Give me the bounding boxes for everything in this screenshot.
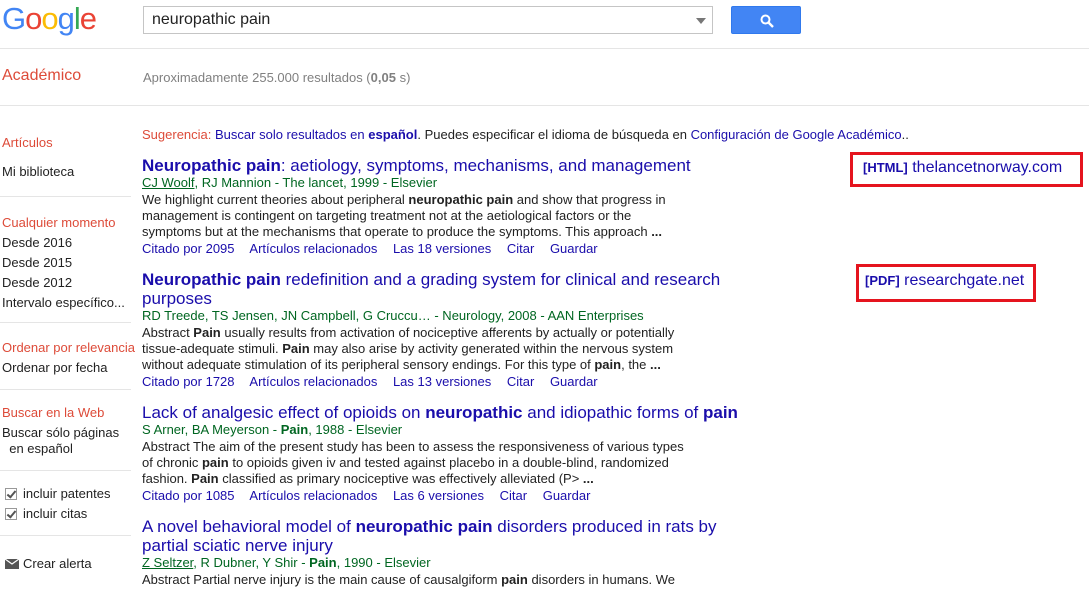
spanish-only-link-text: Buscar solo resultados en [215,127,365,142]
sidebar-item-sort-relevance[interactable]: Ordenar por relevancia [2,340,135,356]
include-patents-checkbox[interactable] [5,488,17,500]
full-text-domain: researchgate.net [904,272,1025,289]
related-articles-link[interactable]: Artículos relacionados [249,241,377,256]
include-patents-label[interactable]: incluir patentes [23,486,110,502]
result-title-link[interactable]: A novel behavioral model of neuropathic … [142,517,732,555]
full-text-domain: thelancetnorway.com [912,159,1063,176]
sidebar-item-any-time[interactable]: Cualquier momento [2,215,115,231]
section-title[interactable]: Académico [2,67,81,85]
full-text-link[interactable]: [PDF] researchgate.net [856,264,1036,302]
cite-link[interactable]: Citar [507,241,534,256]
sidebar-item-search-spanish[interactable]: Buscar sólo páginas en español [2,425,119,457]
suggestion-label: Sugerencia: [142,127,212,142]
title-bold: neuropathic [425,403,523,422]
sidebar-item-specific-range[interactable]: Intervalo específico... [2,295,125,311]
section-divider [0,105,1089,106]
search-box[interactable] [143,6,713,34]
search-suggestion: Sugerencia: Buscar solo resultados en es… [142,127,909,142]
result-snippet: We highlight current theories about peri… [142,192,666,239]
cited-by-link[interactable]: Citado por 1085 [142,488,235,503]
related-articles-link[interactable]: Artículos relacionados [249,374,377,389]
save-link[interactable]: Guardar [550,241,598,256]
author-link[interactable]: CJ Woolf [142,175,195,190]
include-citations-label[interactable]: incluir citas [23,506,87,522]
sidebar-item-sort-date[interactable]: Ordenar por fecha [2,360,108,376]
google-logo[interactable]: Google [2,1,97,36]
versions-link[interactable]: Las 18 versiones [393,241,491,256]
result-authors: CJ Woolf, RJ Mannion - The lancet, 1999 … [142,175,437,191]
search-button[interactable] [731,6,801,34]
sidebar-item-since-2012[interactable]: Desde 2012 [2,275,72,291]
full-text-link[interactable]: [HTML] thelancetnorway.com [850,152,1083,187]
save-link[interactable]: Guardar [550,374,598,389]
file-type-tag: [HTML] [863,160,908,175]
title-bold: Neuropathic pain [142,156,281,175]
sidebar-divider [0,389,131,390]
title-bold: neuropathic pain [355,517,493,536]
authors-rest: RD Treede, TS Jensen, JN Campbell, G Cru… [142,308,644,323]
versions-link[interactable]: Las 13 versiones [393,374,491,389]
versions-link[interactable]: Las 6 versiones [393,488,484,503]
result-authors: Z Seltzer, R Dubner, Y Shir - Pain, 1990… [142,555,431,570]
related-articles-link[interactable]: Artículos relacionados [249,488,377,503]
title-mid: and idiopathic forms of [522,403,703,422]
dropdown-arrow-icon[interactable] [696,18,706,24]
logo-letter: G [2,1,26,36]
cite-link[interactable]: Citar [507,374,534,389]
results-count: Aproximadamente 255.000 resultados (0,05… [143,70,410,85]
suggestion-middle-text: . Puedes especificar el idioma de búsque… [417,127,687,142]
cited-by-link[interactable]: Citado por 1728 [142,374,235,389]
result-snippet: Abstract Partial nerve injury is the mai… [142,572,676,587]
header-divider [0,48,1089,49]
result-snippet: Abstract Pain usually results from activ… [142,325,675,372]
search-icon [760,14,774,28]
author-link[interactable]: Z Seltzer [142,555,193,570]
result-authors: RD Treede, TS Jensen, JN Campbell, G Cru… [142,308,644,324]
logo-letter: g [57,1,75,36]
file-type-tag: [PDF] [865,273,900,288]
logo-letter: e [79,1,97,36]
cited-by-link[interactable]: Citado por 2095 [142,241,235,256]
title-rest: : aetiology, symptoms, mechanisms, and m… [280,156,691,175]
save-link[interactable]: Guardar [543,488,591,503]
sidebar-divider [0,470,131,471]
search-input[interactable] [152,10,672,30]
result-title-link[interactable]: Neuropathic pain redefinition and a grad… [142,270,742,308]
scholar-settings-link[interactable]: Configuración de Google Académico [691,127,902,142]
result-links: Citado por 1085 Artículos relacionados L… [142,488,602,504]
sidebar-divider [0,535,131,536]
result-title-link[interactable]: Lack of analgesic effect of opioids on n… [142,403,762,422]
result-links: Citado por 2095 Artículos relacionados L… [142,241,610,257]
sidebar-item-my-library[interactable]: Mi biblioteca [2,164,74,180]
logo-letter: o [25,1,42,36]
search-spanish-line1: Buscar sólo páginas [2,425,120,440]
create-alert-link[interactable]: Crear alerta [23,556,92,572]
result-authors: S Arner, BA Meyerson - Pain, 1988 - Else… [142,422,403,437]
spanish-only-link-bold: español [368,127,418,142]
mail-icon [5,559,19,569]
cite-link[interactable]: Citar [500,488,527,503]
title-bold: Neuropathic pain [142,270,281,289]
logo-letter: o [41,1,58,36]
results-count-suffix: s) [395,70,411,85]
results-count-time: 0,05 [370,70,396,85]
result-links: Citado por 1728 Artículos relacionados L… [142,374,610,390]
authors-rest: , RJ Mannion - The lancet, 1999 - Elsevi… [194,175,438,190]
sidebar-divider [0,322,131,323]
title-bold2: pain [703,403,738,422]
title-pre: A novel behavioral model of [142,517,356,536]
include-citations-checkbox[interactable] [5,508,17,520]
result-title-link[interactable]: Neuropathic pain: aetiology, symptoms, m… [142,156,742,175]
sidebar-item-since-2015[interactable]: Desde 2015 [2,255,72,271]
sidebar-item-search-web[interactable]: Buscar en la Web [2,405,104,421]
results-count-prefix: Aproximadamente 255.000 resultados ( [143,70,371,85]
search-spanish-line2: en español [9,441,73,456]
spanish-only-link[interactable]: Buscar solo resultados en español [215,127,417,142]
sidebar-item-since-2016[interactable]: Desde 2016 [2,235,72,251]
sidebar-divider [0,196,131,197]
sidebar-item-articles[interactable]: Artículos [2,135,53,151]
title-pre: Lack of analgesic effect of opioids on [142,403,426,422]
suggestion-end: .. [901,127,909,142]
result-snippet: Abstract The aim of the present study ha… [142,439,684,486]
